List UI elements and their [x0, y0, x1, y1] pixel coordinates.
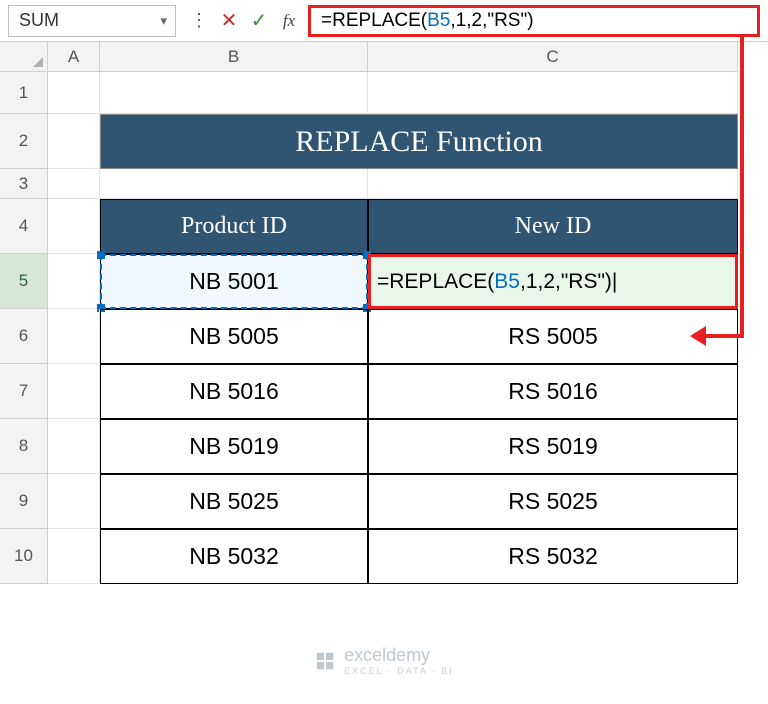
- cell[interactable]: [48, 254, 100, 309]
- row-header[interactable]: 1: [0, 72, 48, 114]
- cell[interactable]: [48, 72, 100, 114]
- watermark: exceldemy EXCEL · DATA · BI: [314, 645, 454, 676]
- watermark-tagline: EXCEL · DATA · BI: [344, 666, 454, 676]
- formula-ref: B5: [427, 10, 450, 32]
- spreadsheet-grid: A B C 1 2 REPLACE Function 3 4 Product: [0, 42, 768, 584]
- cell[interactable]: [48, 419, 100, 474]
- cell-C5-editing[interactable]: =REPLACE(B5,1,2,"RS")|: [368, 254, 738, 309]
- cell[interactable]: NB 5019: [100, 419, 368, 474]
- enter-icon[interactable]: ✓: [244, 5, 274, 37]
- cell[interactable]: [48, 199, 100, 254]
- table-header-product-id[interactable]: Product ID: [100, 199, 368, 254]
- cell[interactable]: NB 5032: [100, 529, 368, 584]
- cell[interactable]: [100, 72, 368, 114]
- cell-B5[interactable]: NB 5001: [100, 254, 368, 309]
- cell[interactable]: NB 5005: [100, 309, 368, 364]
- col-header-A[interactable]: A: [48, 42, 100, 72]
- cell[interactable]: [48, 309, 100, 364]
- dots-icon[interactable]: ⋮: [184, 5, 214, 37]
- watermark-brand: exceldemy: [344, 645, 430, 665]
- row: 8 NB 5019 RS 5019: [0, 419, 768, 474]
- formula-suffix: ,1,2,"RS"): [450, 10, 533, 32]
- row: 1: [0, 72, 768, 114]
- cell[interactable]: RS 5032: [368, 529, 738, 584]
- row: 3: [0, 169, 768, 199]
- row-header[interactable]: 4: [0, 199, 48, 254]
- row-header[interactable]: 7: [0, 364, 48, 419]
- name-box[interactable]: SUM ▾: [8, 5, 176, 37]
- row-header[interactable]: 10: [0, 529, 48, 584]
- editing-prefix: =REPLACE(: [377, 270, 494, 294]
- row-header[interactable]: 5: [0, 254, 48, 309]
- fx-icon[interactable]: fx: [274, 5, 304, 37]
- cell[interactable]: [368, 72, 738, 114]
- formula-input[interactable]: =REPLACE(B5,1,2,"RS"): [308, 5, 760, 37]
- cell[interactable]: [368, 169, 738, 199]
- formula-prefix: =REPLACE(: [321, 10, 427, 32]
- cell[interactable]: [48, 364, 100, 419]
- cell[interactable]: NB 5016: [100, 364, 368, 419]
- cell[interactable]: NB 5025: [100, 474, 368, 529]
- col-header-B[interactable]: B: [100, 42, 368, 72]
- cell[interactable]: RS 5019: [368, 419, 738, 474]
- row: 10 NB 5032 RS 5032: [0, 529, 768, 584]
- text-cursor-icon: |: [612, 270, 617, 294]
- row-header[interactable]: 8: [0, 419, 48, 474]
- cell[interactable]: RS 5025: [368, 474, 738, 529]
- editing-suffix: ,1,2,"RS"): [520, 270, 612, 294]
- select-all-corner[interactable]: [0, 42, 48, 72]
- cell[interactable]: [48, 169, 100, 199]
- row: 4 Product ID New ID: [0, 199, 768, 254]
- selection-handle-icon[interactable]: [97, 251, 105, 259]
- formula-bar: SUM ▾ ⋮ ✕ ✓ fx =REPLACE(B5,1,2,"RS"): [0, 0, 768, 42]
- row: 9 NB 5025 RS 5025: [0, 474, 768, 529]
- row-header[interactable]: 9: [0, 474, 48, 529]
- row: 2 REPLACE Function: [0, 114, 768, 169]
- name-box-value: SUM: [19, 10, 59, 31]
- arrow-head-icon: [690, 326, 706, 346]
- row: 6 NB 5005 RS 5005: [0, 309, 768, 364]
- cell[interactable]: [48, 529, 100, 584]
- column-headers: A B C: [0, 42, 768, 72]
- row: 7 NB 5016 RS 5016: [0, 364, 768, 419]
- row-header[interactable]: 2: [0, 114, 48, 169]
- cell[interactable]: RS 5005: [368, 309, 738, 364]
- cell-value: NB 5001: [189, 268, 279, 295]
- col-header-C[interactable]: C: [368, 42, 738, 72]
- cell[interactable]: [48, 114, 100, 169]
- arrow-icon: [740, 36, 744, 338]
- watermark-text: exceldemy EXCEL · DATA · BI: [344, 645, 454, 676]
- row-header[interactable]: 6: [0, 309, 48, 364]
- cell[interactable]: [100, 169, 368, 199]
- logo-icon: [314, 650, 336, 672]
- cancel-icon[interactable]: ✕: [214, 5, 244, 37]
- cell[interactable]: RS 5016: [368, 364, 738, 419]
- chevron-down-icon[interactable]: ▾: [160, 13, 167, 29]
- cell[interactable]: [48, 474, 100, 529]
- page-title[interactable]: REPLACE Function: [100, 114, 738, 169]
- row: 5 NB 5001 =REPLACE(B5,1,2,"RS")|: [0, 254, 768, 309]
- table-header-new-id[interactable]: New ID: [368, 199, 738, 254]
- editing-ref: B5: [494, 270, 520, 294]
- row-header[interactable]: 3: [0, 169, 48, 199]
